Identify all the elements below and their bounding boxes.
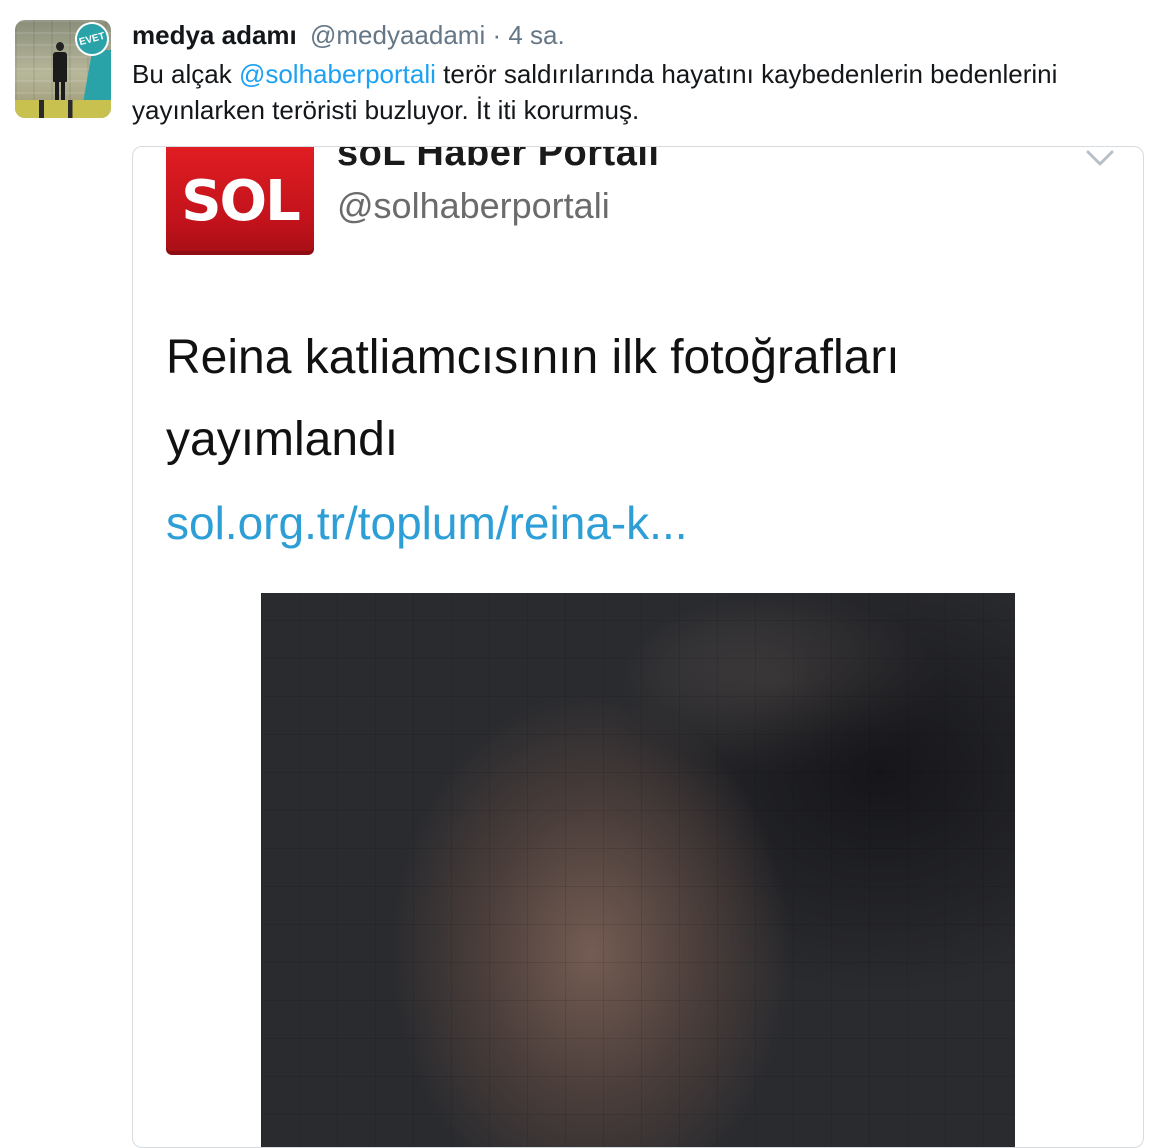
username[interactable]: @medyaadami	[310, 20, 485, 50]
quoted-username: @solhaberportali	[337, 185, 610, 226]
tweet-header: medya adamı @medyaadami · 4 sa.	[132, 18, 565, 52]
avatar-floor	[15, 100, 111, 118]
chevron-down-icon[interactable]	[1085, 147, 1115, 169]
pixelated-photo	[261, 593, 1015, 1147]
avatar[interactable]: EVET	[15, 20, 111, 118]
tweet-text: Bu alçak @solhaberportali terör saldırıl…	[132, 56, 1152, 128]
attached-image-card[interactable]: SOL soL Haber Portalı @solhaberportali R…	[132, 146, 1144, 1148]
pixelation-grid	[261, 593, 1015, 1147]
sol-logo: SOL	[166, 147, 314, 255]
timestamp[interactable]: 4 sa.	[508, 20, 564, 50]
quoted-display-name: soL Haber Portalı	[337, 146, 660, 174]
display-name[interactable]: medya adamı	[132, 20, 297, 50]
quoted-link: sol.org.tr/toplum/reina-k...	[166, 497, 688, 549]
avatar-figure	[53, 42, 67, 106]
mention-link[interactable]: @solhaberportali	[239, 59, 436, 89]
quoted-tweet-text: Reina katliamcısının ilk fotoğrafları ya…	[166, 331, 900, 466]
tweet-text-before: Bu alçak	[132, 59, 239, 89]
header-separator: ·	[492, 20, 502, 50]
